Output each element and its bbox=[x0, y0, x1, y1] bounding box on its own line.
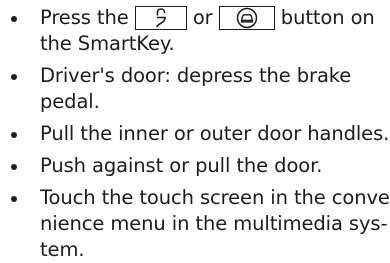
list-item-line: nience menu in the multimedia sys- bbox=[40, 212, 388, 235]
bullet-dot bbox=[11, 196, 17, 202]
list-item-text: Pull the inner or outer door handles. bbox=[40, 121, 390, 147]
list-item-text: Push against or pull the door. bbox=[40, 153, 385, 179]
text-segment: Press the bbox=[40, 6, 135, 29]
list-item-line: Driver's door: depress the brake bbox=[40, 64, 352, 87]
bullet-dot bbox=[11, 132, 17, 138]
list-item-line: Pull the inner or outer door handles. bbox=[40, 122, 390, 145]
instruction-list-page: Press the or button on the SmartKey. Dri… bbox=[0, 0, 390, 261]
text-segment: or bbox=[186, 6, 219, 29]
list-item-text: Touch the touch screen in the conve- nie… bbox=[40, 185, 390, 263]
list-item-line: tem. bbox=[40, 238, 85, 261]
car-trunk-icon bbox=[236, 7, 257, 29]
list-item-text: Driver's door: depress the brake pedal. bbox=[40, 63, 385, 115]
list-item-line: Push against or pull the door. bbox=[40, 154, 323, 177]
list-item-line: Press the or button on bbox=[40, 5, 385, 31]
bullet-dot bbox=[11, 16, 17, 22]
trunk-key-button bbox=[218, 6, 275, 30]
bullet-dot bbox=[11, 164, 17, 170]
unlock-key-button bbox=[134, 6, 187, 30]
text-segment: button on bbox=[274, 6, 375, 29]
list-item-line: Touch the touch screen in the conve- bbox=[40, 186, 390, 209]
list-item-line: pedal. bbox=[40, 90, 100, 113]
list-item-line: the SmartKey. bbox=[40, 32, 175, 55]
bullet-dot bbox=[11, 74, 17, 80]
padlock-open-icon bbox=[155, 8, 166, 28]
list-item-text: Press the or button on the SmartKey. bbox=[40, 5, 385, 57]
